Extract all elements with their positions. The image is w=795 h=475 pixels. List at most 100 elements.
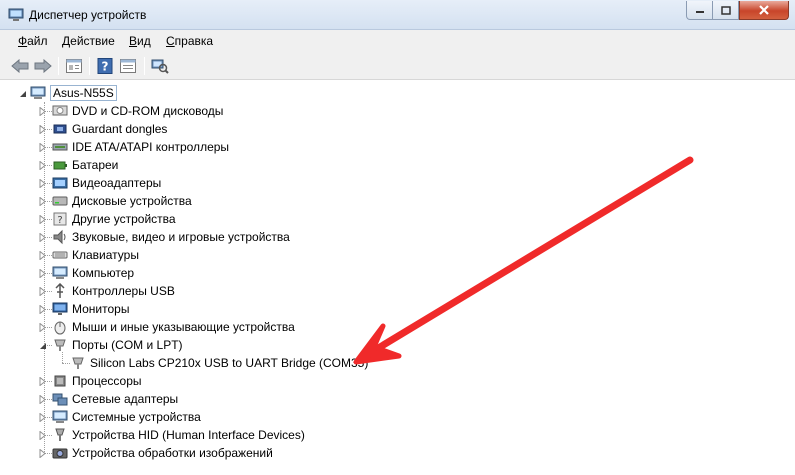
tree-item-monitors[interactable]: Мониторы	[52, 300, 129, 318]
expanded-triangle-icon	[19, 90, 26, 97]
computer-icon	[52, 266, 68, 279]
tree-item-mice[interactable]: Мыши и иные указывающие устройства	[52, 318, 295, 336]
tree-item-dvd-toggle[interactable]	[38, 107, 47, 116]
device-tree: Asus-N55S DVD и CD-ROM дисководы Guardant…	[0, 80, 795, 475]
minimize-icon	[695, 11, 704, 13]
collapsed-triangle-icon	[39, 179, 46, 188]
minimize-button[interactable]	[686, 1, 713, 20]
collapsed-triangle-icon	[39, 305, 46, 314]
tree-item-video-toggle[interactable]	[38, 179, 47, 188]
tree-item-system[interactable]: Системные устройства	[52, 408, 201, 426]
collapsed-triangle-icon	[39, 449, 46, 458]
collapsed-triangle-icon	[39, 107, 46, 116]
maximize-button[interactable]	[712, 1, 739, 20]
scan-hardware-button[interactable]	[150, 56, 170, 76]
collapsed-triangle-icon	[39, 233, 46, 242]
window-title: Диспетчер устройств	[29, 8, 147, 22]
tree-item-sound-toggle[interactable]	[38, 233, 47, 242]
tree-item-other[interactable]: ? Другие устройства	[52, 210, 176, 228]
tree-item-label: Мониторы	[72, 302, 130, 316]
collapsed-triangle-icon	[39, 197, 46, 206]
sound-icon	[53, 229, 66, 245]
tree-item-usb-toggle[interactable]	[38, 287, 47, 296]
tree-item-label: Устройства обработки изображений	[72, 446, 273, 460]
expanded-triangle-icon	[39, 342, 46, 349]
title-bar: Диспетчер устройств	[0, 0, 795, 30]
computer-icon	[30, 86, 46, 99]
device-manager-icon	[8, 8, 24, 21]
tree-item-network-toggle[interactable]	[38, 395, 47, 404]
tree-item-disks[interactable]: Дисковые устройства	[52, 192, 192, 210]
forward-button[interactable]	[33, 56, 53, 76]
tree-item-label: Порты (COM и LPT)	[72, 338, 183, 352]
display-adapter-icon	[52, 177, 68, 189]
tree-item-network[interactable]: Сетевые адаптеры	[52, 390, 178, 408]
tree-item-label: Батареи	[72, 158, 119, 172]
collapsed-triangle-icon	[39, 161, 46, 170]
tree-item-ports-toggle[interactable]	[38, 341, 47, 350]
tree-item-batteries-toggle[interactable]	[38, 161, 47, 170]
tree-item-silicon-labs-com35[interactable]: Silicon Labs CP210x USB to UART Bridge (…	[70, 354, 368, 372]
tree-item-computer-toggle[interactable]	[38, 269, 47, 278]
show-hidden-icon	[120, 59, 136, 73]
tree-item-ide-toggle[interactable]	[38, 143, 47, 152]
collapsed-triangle-icon	[39, 125, 46, 134]
serial-port-icon	[72, 357, 84, 369]
imaging-device-icon	[52, 448, 68, 459]
show-hidden-button[interactable]	[118, 56, 138, 76]
tree-item-processors[interactable]: Процессоры	[52, 372, 142, 390]
tree-item-mice-toggle[interactable]	[38, 323, 47, 332]
tree-item-hid[interactable]: Устройства HID (Human Interface Devices)	[52, 426, 305, 444]
tree-item-batteries[interactable]: Батареи	[52, 156, 118, 174]
tree-item-label: Системные устройства	[72, 410, 201, 424]
collapsed-triangle-icon	[39, 323, 46, 332]
close-button[interactable]	[739, 1, 789, 20]
tree-item-imaging-toggle[interactable]	[38, 449, 47, 458]
menu-view[interactable]: Вид	[129, 34, 151, 48]
unknown-device-icon: ?	[53, 212, 67, 226]
menu-action[interactable]: Действие	[62, 34, 115, 48]
tree-item-processors-toggle[interactable]	[38, 377, 47, 386]
help-icon: ?	[97, 58, 113, 74]
tree-item-keyboards-toggle[interactable]	[38, 251, 47, 260]
properties-button[interactable]	[64, 56, 84, 76]
tree-item-system-toggle[interactable]	[38, 413, 47, 422]
close-icon	[759, 5, 769, 15]
tree-root[interactable]: Asus-N55S	[30, 84, 117, 102]
tree-item-ide[interactable]: IDE ATA/ATAPI контроллеры	[52, 138, 229, 156]
collapsed-triangle-icon	[39, 431, 46, 440]
tree-item-monitors-toggle[interactable]	[38, 305, 47, 314]
tree-item-guardant[interactable]: Guardant dongles	[52, 120, 167, 138]
back-button[interactable]	[10, 56, 30, 76]
tree-item-computer[interactable]: Компьютер	[52, 264, 134, 282]
collapsed-triangle-icon	[39, 395, 46, 404]
help-button[interactable]: ?	[95, 56, 115, 76]
collapsed-triangle-icon	[39, 269, 46, 278]
toolbar: ?	[0, 52, 795, 80]
scan-hardware-icon	[151, 59, 169, 74]
menu-file[interactable]: Файл	[18, 34, 48, 48]
tree-item-other-toggle[interactable]	[38, 215, 47, 224]
tree-item-sound[interactable]: Звуковые, видео и игровые устройства	[52, 228, 290, 246]
tree-item-label: Мыши и иные указывающие устройства	[72, 320, 295, 334]
collapsed-triangle-icon	[39, 143, 46, 152]
tree-item-keyboards[interactable]: Клавиатуры	[52, 246, 139, 264]
tree-item-hid-toggle[interactable]	[38, 431, 47, 440]
menu-help[interactable]: Справка	[166, 34, 213, 48]
tree-item-usb[interactable]: Контроллеры USB	[52, 282, 175, 300]
tree-item-label: Guardant dongles	[72, 122, 168, 136]
collapsed-triangle-icon	[39, 215, 46, 224]
keyboard-icon	[52, 251, 68, 259]
dongle-icon	[53, 124, 67, 134]
tree-item-guardant-toggle[interactable]	[38, 125, 47, 134]
tree-item-imaging[interactable]: Устройства обработки изображений	[52, 444, 273, 462]
tree-item-label: Silicon Labs CP210x USB to UART Bridge (…	[90, 356, 369, 370]
tree-item-label: Видеоадаптеры	[72, 176, 162, 190]
tree-item-ports[interactable]: Порты (COM и LPT)	[52, 336, 183, 354]
properties-icon	[66, 59, 82, 73]
root-collapse-toggle[interactable]	[18, 89, 27, 98]
tree-item-dvd[interactable]: DVD и CD-ROM дисководы	[52, 102, 223, 120]
tree-item-disks-toggle[interactable]	[38, 197, 47, 206]
tree-item-video[interactable]: Видеоадаптеры	[52, 174, 161, 192]
maximize-icon	[720, 5, 731, 15]
